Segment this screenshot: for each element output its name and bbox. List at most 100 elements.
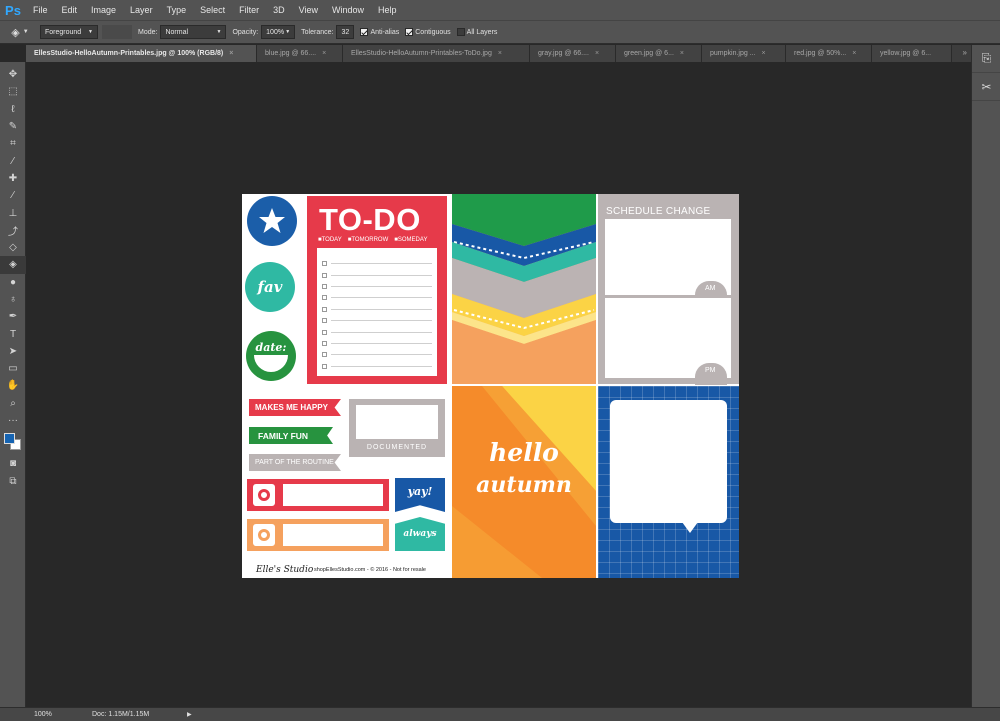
yay-text: yay! — [407, 485, 433, 498]
tab-label: green.jpg @ 6... — [624, 50, 674, 57]
todo-line — [331, 263, 432, 265]
hand-icon[interactable]: ✋ — [0, 377, 26, 394]
pen-icon[interactable]: ✒ — [0, 308, 26, 325]
todo-item-line — [322, 361, 432, 372]
history-panel-icon[interactable]: ⎘ — [972, 45, 1000, 73]
tab-label: yellow.jpg @ 6... — [880, 50, 932, 57]
menu-select[interactable]: Select — [193, 0, 232, 20]
zoom-level[interactable]: 100% — [0, 711, 60, 718]
tab-red[interactable]: red.jpg @ 50%... × — [786, 45, 872, 62]
mode-value: Normal — [165, 28, 189, 36]
chevron-down-icon: ▼ — [216, 29, 222, 35]
eyedropper-icon[interactable]: ⁄ — [0, 152, 26, 169]
stamp-icon[interactable]: ⊥ — [0, 204, 26, 221]
path-select-icon[interactable]: ➤ — [0, 343, 26, 360]
todo-options: ■TODAY ■TOMORROW ■SOMEDAY — [318, 237, 427, 243]
tool-list: ✥ ⬚ ℓ ✎ ⌗ ⁄ ✚ ∕ ⊥ ⤴ ◇ ◈ ● ♁ ✒ T ➤ ▭ ✋ ⌕ ··· — [0, 66, 26, 429]
tab-green[interactable]: green.jpg @ 6... × — [616, 45, 702, 62]
todo-item-line — [322, 349, 432, 360]
close-icon[interactable]: × — [322, 50, 326, 57]
tools-panel-icon[interactable]: ✂ — [972, 73, 1000, 101]
type-icon[interactable]: T — [0, 325, 26, 342]
menu-type[interactable]: Type — [160, 0, 194, 20]
menu-edit[interactable]: Edit — [55, 0, 85, 20]
color-swatches — [0, 429, 25, 455]
tab-gray[interactable]: gray.jpg @ 66.... × — [530, 45, 616, 62]
tab-blue[interactable]: blue.jpg @ 66.... × — [257, 45, 343, 62]
todo-checkbox — [322, 340, 327, 346]
tab-pumpkin[interactable]: pumpkin.jpg ... × — [702, 45, 786, 62]
todo-item-line — [322, 338, 432, 349]
more-tools-icon[interactable]: ··· — [0, 412, 26, 429]
photoshop-logo: Ps — [5, 2, 21, 18]
screen-mode-icon[interactable]: ⧉ — [0, 473, 26, 490]
todo-item-line — [322, 315, 432, 326]
menu-image[interactable]: Image — [84, 0, 123, 20]
menu-help[interactable]: Help — [371, 0, 404, 20]
lasso-icon[interactable]: ℓ — [0, 101, 26, 118]
tolerance-value: 32 — [341, 28, 350, 36]
blur-icon[interactable]: ● — [0, 274, 26, 291]
contiguous-checkbox[interactable] — [405, 28, 414, 36]
pattern-picker[interactable] — [102, 25, 132, 39]
opacity-field[interactable]: 100% ▼ — [261, 25, 296, 39]
quick-select-icon[interactable]: ✎ — [0, 118, 26, 135]
tab-label: EllesStudio-HelloAutumn-Printables-ToDo.… — [351, 50, 492, 57]
contiguous-label: Contiguous — [415, 28, 451, 36]
all-layers-checkbox[interactable] — [456, 28, 465, 36]
tab-hello-autumn-printables[interactable]: EllesStudio-HelloAutumn-Printables.jpg @… — [26, 45, 257, 62]
pm-label: PM — [705, 367, 716, 374]
mode-label: Mode: — [138, 28, 158, 36]
tab-label: pumpkin.jpg ... — [710, 50, 756, 57]
rectangle-icon[interactable]: ▭ — [0, 360, 26, 377]
todo-card: TO-DO ■TODAY ■TOMORROW ■SOMEDAY — [307, 196, 447, 384]
grid-card — [598, 386, 739, 578]
todo-checkbox — [322, 329, 327, 335]
tab-yellow[interactable]: yellow.jpg @ 6... — [872, 45, 952, 62]
banner-makes-me-happy: MAKES ME HAPPY — [249, 399, 341, 416]
menu-layer[interactable]: Layer — [123, 0, 160, 20]
move-icon[interactable]: ✥ — [0, 66, 26, 83]
status-menu-arrow[interactable]: ▶ — [187, 711, 192, 718]
menu-view[interactable]: View — [292, 0, 325, 20]
marquee-icon[interactable]: ⬚ — [0, 83, 26, 100]
todo-line — [331, 365, 432, 367]
paint-bucket-icon[interactable]: ◈ — [0, 256, 26, 274]
tab-todo[interactable]: EllesStudio-HelloAutumn-Printables-ToDo.… — [343, 45, 530, 62]
close-icon[interactable]: × — [852, 50, 856, 57]
hello-autumn-card: hello autumn — [452, 386, 596, 578]
zoom-icon[interactable]: ⌕ — [0, 395, 26, 412]
todo-option-someday: ■SOMEDAY — [394, 237, 428, 243]
brush-icon[interactable]: ∕ — [0, 187, 26, 204]
camera-icon — [253, 524, 275, 546]
anti-alias-checkbox[interactable] — [360, 28, 369, 36]
menu-filter[interactable]: Filter — [232, 0, 266, 20]
healing-icon[interactable]: ✚ — [0, 170, 26, 187]
close-icon[interactable]: × — [680, 50, 684, 57]
crop-icon[interactable]: ⌗ — [0, 135, 26, 152]
tool-preset-picker[interactable]: ◈ ▼ — [0, 26, 40, 39]
close-icon[interactable]: × — [498, 50, 502, 57]
camera-label-red — [247, 479, 389, 511]
close-icon[interactable]: × — [762, 50, 766, 57]
dodge-icon[interactable]: ♁ — [0, 291, 26, 308]
menu-file[interactable]: File — [26, 0, 55, 20]
todo-lines — [322, 258, 432, 372]
tab-label: red.jpg @ 50%... — [794, 50, 847, 57]
history-brush-icon[interactable]: ⤴ — [0, 222, 26, 239]
foreground-color-swatch[interactable] — [4, 433, 15, 445]
documented-text: DOCUMENTED — [366, 444, 428, 451]
mode-select[interactable]: Normal ▼ — [160, 25, 227, 39]
banner-family-text: FAMILY FUN — [258, 430, 309, 441]
tolerance-field[interactable]: 32 — [336, 25, 355, 39]
menu-window[interactable]: Window — [325, 0, 371, 20]
fill-source-select[interactable]: Foreground ▼ — [40, 25, 98, 39]
close-icon[interactable]: × — [595, 50, 599, 57]
quick-mask-icon[interactable]: ◙ — [0, 455, 26, 472]
tab-overflow-icon[interactable]: » — [963, 48, 967, 57]
document-canvas[interactable]: fav date: TO-DO ■TODAY ■TOMORROW ■SOMEDA… — [242, 194, 739, 578]
menu-3d[interactable]: 3D — [266, 0, 292, 20]
close-icon[interactable]: × — [229, 50, 233, 57]
eraser-icon[interactable]: ◇ — [0, 239, 26, 256]
star-icon — [259, 208, 285, 233]
